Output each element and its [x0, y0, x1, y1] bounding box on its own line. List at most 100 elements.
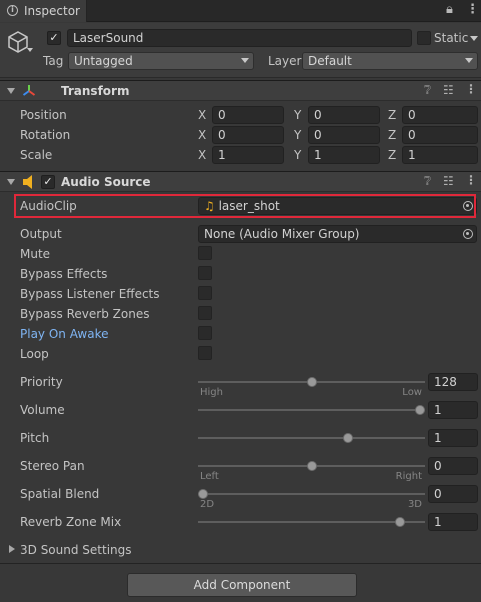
transform-rotation-z-field[interactable]: 0 — [402, 126, 478, 144]
presets-icon[interactable]: ☷ — [443, 174, 454, 188]
mute-label: Mute — [20, 247, 51, 261]
3d-sound-settings-foldout[interactable]: 3D Sound Settings — [20, 543, 132, 557]
component-menu-icon[interactable]: ⋮ — [465, 173, 477, 187]
spatial-blend-value-field[interactable]: 0 — [428, 485, 478, 503]
reverb-zone-mix-slider-track[interactable] — [198, 521, 425, 523]
transform-scale-label: Scale — [20, 148, 53, 162]
priority-label: Priority — [20, 375, 63, 389]
static-label: Static — [434, 31, 469, 45]
static-checkbox[interactable] — [417, 31, 431, 45]
chevron-down-icon — [241, 58, 249, 63]
axis-z-label: Z — [388, 128, 397, 142]
layer-label: Layer — [268, 54, 302, 68]
pitch-label: Pitch — [20, 431, 50, 445]
object-picker-icon[interactable] — [463, 229, 473, 239]
speaker-icon — [23, 175, 32, 189]
spatial-blend-max-label: 3D — [407, 499, 422, 510]
tag-value: Untagged — [74, 54, 133, 68]
volume-label: Volume — [20, 403, 65, 417]
axis-y-label: Y — [294, 148, 302, 162]
volume-slider-track[interactable] — [198, 409, 425, 411]
play-on-awake-checkbox[interactable] — [198, 326, 212, 340]
audio-source-enabled-checkbox[interactable]: ✓ — [41, 175, 55, 189]
loop-checkbox[interactable] — [198, 346, 212, 360]
tab-inspector[interactable]: i Inspector — [0, 0, 87, 22]
audio-source-header[interactable]: ✓ Audio Source ❔︎ ☷ ⋮ — [0, 171, 481, 192]
lock-icon[interactable]: 🔒︎ — [446, 2, 453, 17]
tab-inspector-label: Inspector — [24, 4, 80, 18]
tab-bar: i Inspector 🔒︎ ⋮ — [0, 0, 481, 22]
transform-position-z-field[interactable]: 0 — [402, 106, 478, 124]
bypass-listener-effects-checkbox[interactable] — [198, 286, 212, 300]
transform-position-x-field[interactable]: 0 — [212, 106, 284, 124]
active-checkbox[interactable]: ✓ — [47, 31, 61, 45]
foldout-arrow-icon[interactable] — [7, 88, 15, 94]
bypass-effects-label: Bypass Effects — [20, 267, 108, 281]
axis-x-label: X — [198, 148, 207, 162]
component-menu-icon[interactable]: ⋮ — [465, 82, 477, 96]
stereo-pan-label: Stereo Pan — [20, 459, 85, 473]
transform-scale-z-field[interactable]: 1 — [402, 146, 478, 164]
spatial-blend-label: Spatial Blend — [20, 487, 100, 501]
divider — [0, 563, 481, 564]
layer-value: Default — [308, 54, 352, 68]
layer-dropdown[interactable]: Default — [302, 52, 478, 70]
bypass-listener-effects-label: Bypass Listener Effects — [20, 287, 160, 301]
reverb-zone-mix-slider-thumb[interactable] — [395, 517, 406, 527]
icon-dropdown-arrow-icon[interactable] — [27, 48, 33, 52]
reverb-zone-mix-value-field[interactable]: 1 — [428, 513, 478, 531]
volume-value-field[interactable]: 1 — [428, 401, 478, 419]
output-field[interactable]: None (Audio Mixer Group) — [198, 225, 477, 243]
transform-position-y-field[interactable]: 0 — [308, 106, 380, 124]
pitch-slider-track[interactable] — [198, 437, 425, 439]
bypass-reverb-zones-checkbox[interactable] — [198, 306, 212, 320]
audio-clip-highlight — [14, 194, 476, 218]
audio-source-title: Audio Source — [61, 175, 151, 189]
axis-x-label: X — [198, 128, 207, 142]
axis-y-label: Y — [294, 128, 302, 142]
foldout-closed-arrow-icon[interactable] — [9, 545, 15, 553]
tag-label: Tag — [43, 54, 64, 68]
transform-rotation-y-field[interactable]: 0 — [308, 126, 380, 144]
spatial-blend-slider-track[interactable] — [198, 493, 425, 495]
stereo-pan-value-field[interactable]: 0 — [428, 457, 478, 475]
chevron-down-icon — [465, 58, 473, 63]
pitch-slider-thumb[interactable] — [343, 433, 354, 443]
axis-z-label: Z — [388, 148, 397, 162]
presets-icon[interactable]: ☷ — [443, 83, 454, 97]
axis-x-label: X — [198, 108, 207, 122]
volume-slider-thumb[interactable] — [415, 405, 425, 415]
loop-label: Loop — [20, 347, 49, 361]
transform-rotation-label: Rotation — [20, 128, 71, 142]
transform-scale-x-field[interactable]: 1 — [212, 146, 284, 164]
priority-value-field[interactable]: 128 — [428, 373, 478, 391]
more-options-icon[interactable]: ⋮ — [466, 2, 479, 17]
priority-slider-thumb[interactable] — [306, 377, 317, 387]
bypass-effects-checkbox[interactable] — [198, 266, 212, 280]
priority-max-label: Low — [402, 387, 422, 398]
transform-icon — [22, 85, 36, 96]
foldout-arrow-icon[interactable] — [7, 179, 15, 185]
transform-header[interactable]: Transform ❔︎ ☷ ⋮ — [0, 80, 481, 101]
stereo-pan-min-label: Left — [200, 471, 219, 482]
object-name-field[interactable]: LaserSound — [67, 29, 412, 47]
mute-checkbox[interactable] — [198, 246, 212, 260]
priority-min-label: High — [200, 387, 223, 398]
pitch-value-field[interactable]: 1 — [428, 429, 478, 447]
axis-z-label: Z — [388, 108, 397, 122]
transform-rotation-x-field[interactable]: 0 — [212, 126, 284, 144]
object-header: ✓ LaserSound Static Tag Untagged Layer D… — [0, 23, 481, 78]
spatial-blend-slider-thumb[interactable] — [198, 489, 208, 499]
static-dropdown-arrow-icon[interactable] — [470, 36, 478, 41]
help-icon[interactable]: ❔︎ — [424, 174, 431, 189]
info-icon: i — [7, 5, 18, 16]
help-icon[interactable]: ❔︎ — [424, 83, 431, 98]
spatial-blend-min-label: 2D — [200, 499, 215, 510]
play-on-awake-label: Play On Awake — [20, 327, 109, 341]
transform-scale-y-field[interactable]: 1 — [308, 146, 380, 164]
tag-dropdown[interactable]: Untagged — [68, 52, 254, 70]
add-component-button[interactable]: Add Component — [127, 573, 357, 597]
stereo-pan-slider-thumb[interactable] — [306, 461, 317, 471]
bypass-reverb-zones-label: Bypass Reverb Zones — [20, 307, 150, 321]
reverb-zone-mix-label: Reverb Zone Mix — [20, 515, 122, 529]
